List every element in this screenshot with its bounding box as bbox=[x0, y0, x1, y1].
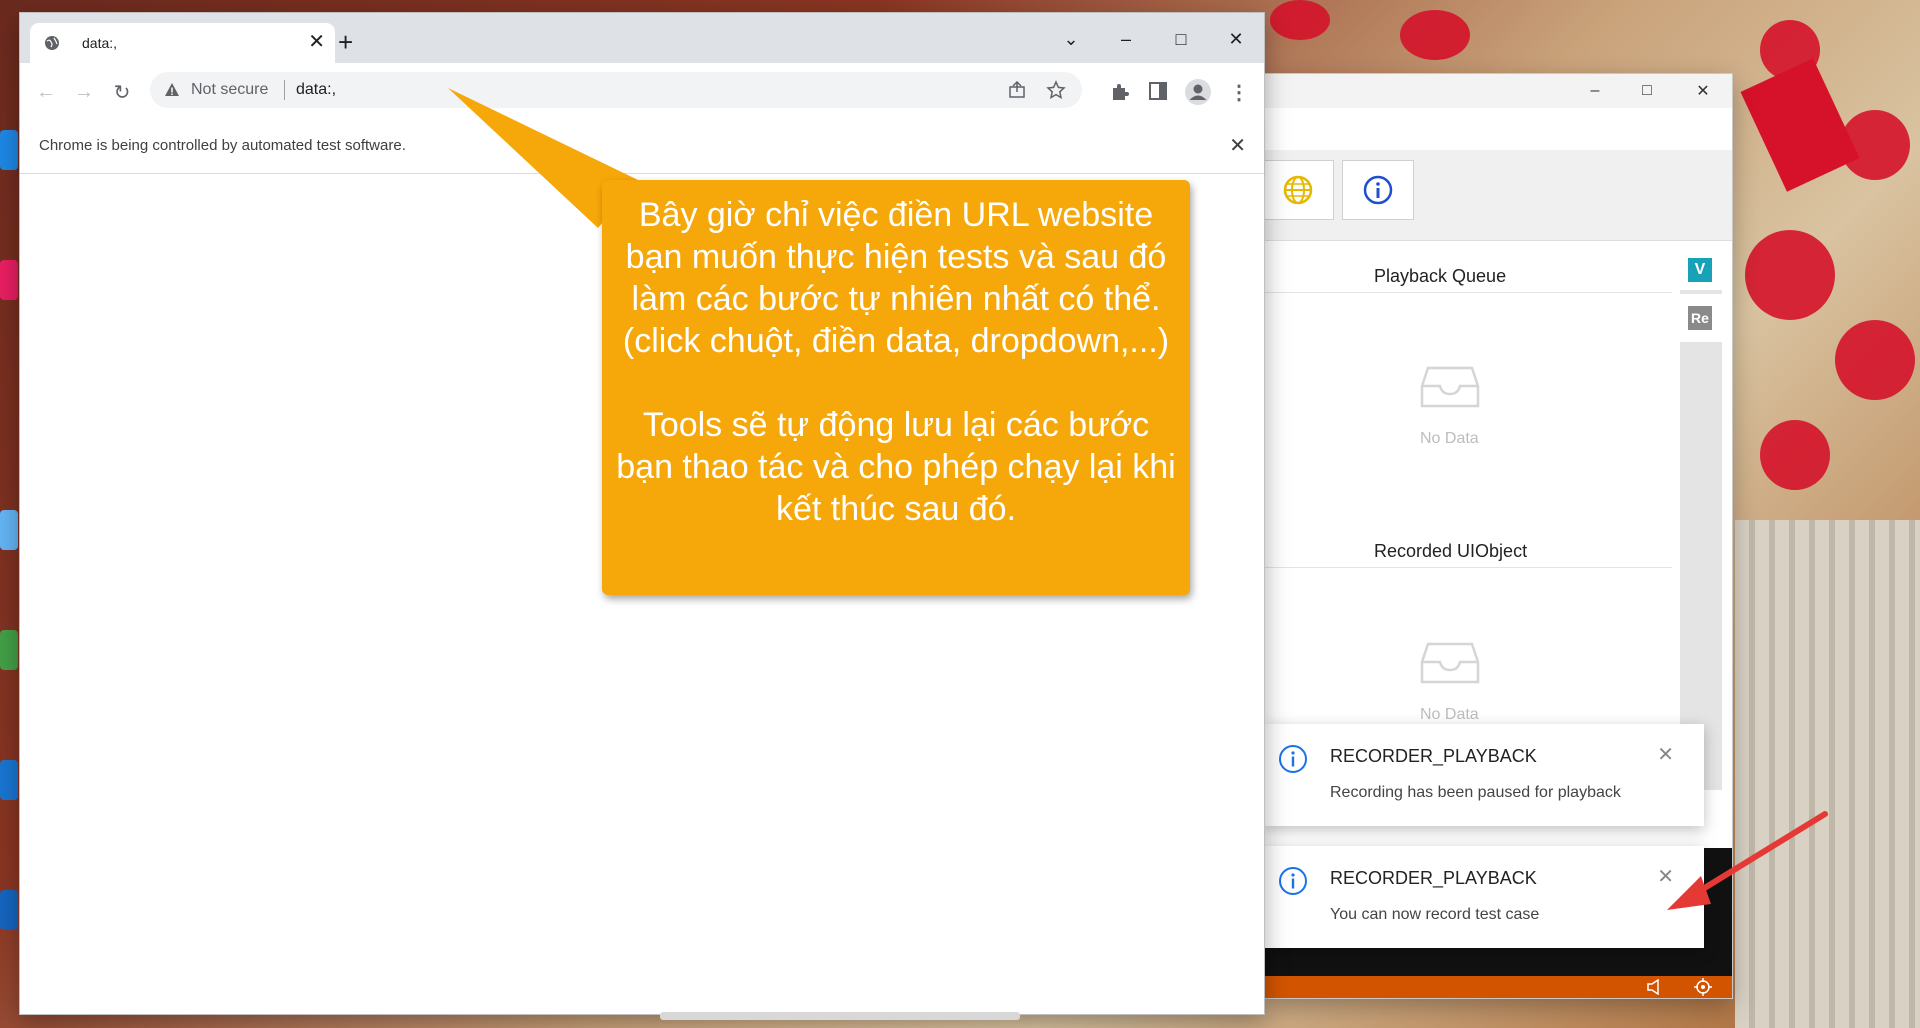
web-tool-button[interactable] bbox=[1262, 160, 1334, 220]
red-envelope bbox=[1740, 58, 1860, 192]
tab-title: data:, bbox=[82, 35, 118, 51]
desktop-shortcut-icon[interactable] bbox=[0, 630, 18, 670]
callout-text: Bây giờ chỉ việc điền URL website bạn mu… bbox=[616, 196, 1176, 528]
notification-toast: RECORDER_PLAYBACK You can now record tes… bbox=[1264, 846, 1704, 948]
side-button-v[interactable]: V bbox=[1688, 258, 1712, 282]
new-tab-button[interactable]: + bbox=[338, 29, 353, 55]
blossom bbox=[1760, 420, 1830, 490]
desktop-shortcut-icon[interactable] bbox=[0, 260, 18, 300]
info-icon bbox=[1279, 745, 1307, 773]
desktop-shortcut-icon[interactable] bbox=[0, 760, 18, 800]
no-data-label: No Data bbox=[1420, 706, 1479, 723]
speaker-icon[interactable] bbox=[1646, 979, 1664, 995]
back-button[interactable]: ← bbox=[33, 79, 59, 105]
close-icon[interactable]: ✕ bbox=[1229, 133, 1246, 158]
bookmark-star-icon[interactable] bbox=[1046, 80, 1066, 100]
desktop-shortcut-icon[interactable] bbox=[0, 510, 18, 550]
globe-icon bbox=[45, 36, 59, 50]
recorded-uiobject-title: Recorded UIObject bbox=[1366, 541, 1536, 562]
notification-title: RECORDER_PLAYBACK bbox=[1330, 746, 1537, 766]
security-label: Not secure bbox=[191, 81, 269, 98]
recorder-toolbar bbox=[1262, 150, 1732, 241]
desktop-shortcut-icon[interactable] bbox=[0, 890, 18, 930]
info-icon bbox=[1363, 175, 1393, 205]
notification-title: RECORDER_PLAYBACK bbox=[1330, 868, 1537, 888]
notification-message: Recording has been paused for playback bbox=[1330, 784, 1621, 801]
no-data-label: No Data bbox=[1420, 430, 1479, 447]
globe-icon bbox=[1283, 175, 1313, 205]
info-icon bbox=[1279, 867, 1307, 895]
status-bar bbox=[1264, 976, 1732, 998]
playback-queue-title: Playback Queue bbox=[1366, 266, 1515, 287]
notification-message: You can now record test case bbox=[1330, 906, 1540, 923]
desktop-shortcut-icon[interactable] bbox=[0, 130, 18, 170]
arrow-annotation-icon bbox=[1667, 811, 1828, 910]
tab-search-button[interactable]: ⌄ bbox=[1055, 23, 1087, 55]
side-panel-icon[interactable] bbox=[1149, 82, 1167, 100]
minimize-button[interactable]: – bbox=[1110, 23, 1142, 55]
divider bbox=[1264, 292, 1672, 293]
forward-button[interactable]: → bbox=[71, 79, 97, 105]
notification-toast: RECORDER_PLAYBACK Recording has been pau… bbox=[1264, 724, 1704, 826]
blossom bbox=[1745, 230, 1835, 320]
warning-icon[interactable] bbox=[164, 82, 180, 98]
vase bbox=[1735, 520, 1920, 1028]
inbox-icon bbox=[1420, 366, 1480, 408]
minimize-button[interactable]: – bbox=[1582, 78, 1608, 104]
side-button-re[interactable]: Re bbox=[1688, 306, 1712, 330]
maximize-button[interactable]: □ bbox=[1165, 23, 1197, 55]
infobar-text: Chrome is being controlled by automated … bbox=[39, 137, 406, 154]
blossom bbox=[1270, 0, 1330, 40]
info-tool-button[interactable] bbox=[1342, 160, 1414, 220]
divider bbox=[1264, 567, 1672, 568]
close-icon[interactable]: ✕ bbox=[1657, 742, 1674, 767]
close-button[interactable]: ✕ bbox=[1690, 78, 1716, 104]
maximize-button[interactable]: □ bbox=[1634, 78, 1660, 104]
close-icon[interactable]: ✕ bbox=[308, 32, 325, 52]
tab-strip: data:, ✕ + ⌄ – □ ✕ bbox=[20, 13, 1264, 63]
divider bbox=[284, 80, 285, 100]
reload-button[interactable]: ↻ bbox=[109, 79, 135, 105]
url-text: data:, bbox=[296, 81, 337, 98]
target-icon[interactable] bbox=[1694, 978, 1712, 996]
taskbar-thumbnail bbox=[660, 1012, 1020, 1020]
instruction-callout: Bây giờ chỉ việc điền URL website bạn mu… bbox=[602, 180, 1190, 595]
extensions-icon[interactable] bbox=[1110, 82, 1130, 102]
close-button[interactable]: ✕ bbox=[1220, 23, 1252, 55]
inbox-icon bbox=[1420, 642, 1480, 684]
browser-tab[interactable]: data:, ✕ bbox=[30, 23, 335, 63]
blossom bbox=[1400, 10, 1470, 60]
recorder-titlebar: – □ ✕ bbox=[1264, 74, 1732, 108]
blossom bbox=[1835, 320, 1915, 400]
recorder-sidebar: V Re bbox=[1680, 250, 1722, 790]
menu-kebab-icon[interactable]: ⋮ bbox=[1226, 79, 1252, 105]
share-icon[interactable] bbox=[1008, 81, 1026, 99]
profile-avatar-icon[interactable] bbox=[1184, 78, 1212, 106]
